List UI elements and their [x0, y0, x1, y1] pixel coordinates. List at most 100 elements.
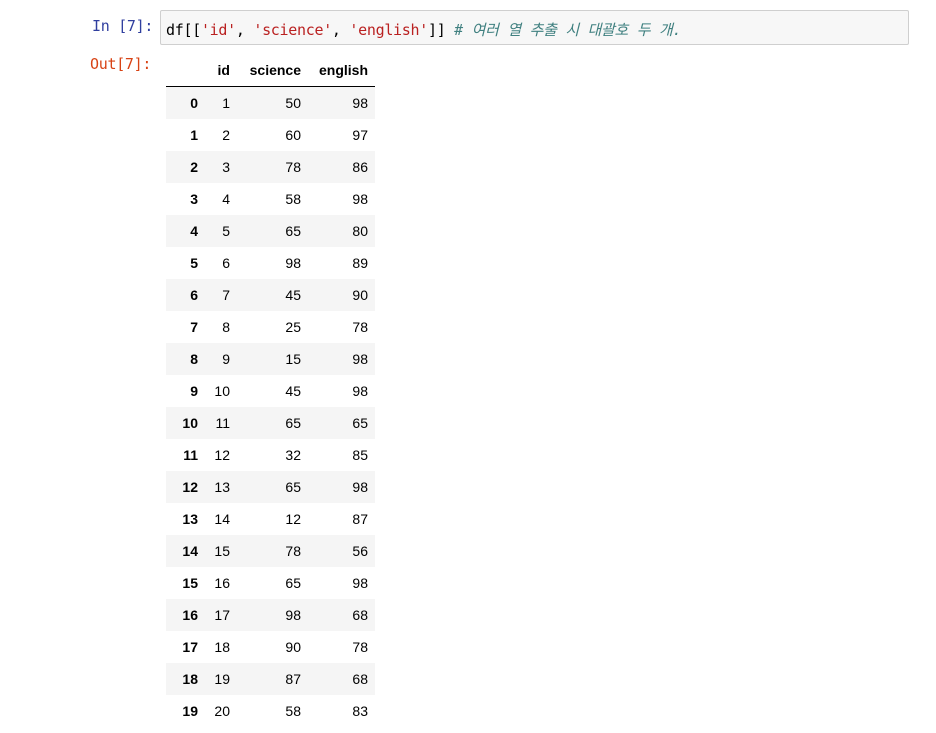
row-index: 13 [182, 511, 198, 527]
table-row: 3 4 58 98 [166, 183, 375, 215]
cell-id: 14 [214, 511, 230, 527]
cell-id: 5 [222, 223, 230, 239]
code-separator: , [331, 21, 350, 39]
table-row: 13 14 12 87 [166, 503, 375, 535]
row-index: 5 [190, 255, 198, 271]
cell-id: 11 [215, 415, 230, 431]
cell-science: 58 [285, 703, 301, 719]
table-row: 1 2 60 97 [166, 119, 375, 151]
cell-english: 68 [352, 671, 368, 687]
cell-science: 87 [285, 671, 301, 687]
table-row: 14 15 78 56 [166, 535, 375, 567]
cell-english: 98 [352, 383, 368, 399]
cell-science: 15 [285, 351, 301, 367]
cell-english: 89 [352, 255, 368, 271]
cell-science: 12 [285, 511, 301, 527]
cell-id: 2 [222, 127, 230, 143]
cell-english: 78 [352, 639, 368, 655]
table-body: 0 1 50 98 1 2 60 97 2 3 78 86 3 4 58 98 4 5 65 80 5 6 98 89 6 7 45… [166, 86, 375, 727]
cell-english: 98 [352, 95, 368, 111]
table-row: 0 1 50 98 [166, 86, 375, 119]
cell-id: 4 [222, 191, 230, 207]
cell-english: 83 [352, 703, 368, 719]
cell-science: 58 [285, 191, 301, 207]
code-string-id: 'id' [200, 21, 236, 39]
table-header-row: id science english [166, 54, 375, 87]
row-index: 19 [182, 703, 198, 719]
cell-science: 78 [285, 159, 301, 175]
cell-science: 32 [285, 447, 301, 463]
code-input-area[interactable]: df[['id', 'science', 'english']] # 여러 열 … [160, 10, 909, 45]
cell-english: 85 [352, 447, 368, 463]
table-row: 6 7 45 90 [166, 279, 375, 311]
output-prompt: Out[7]: [90, 55, 152, 73]
cell-science: 65 [285, 223, 301, 239]
code-line: df[['id', 'science', 'english']] # 여러 열 … [166, 19, 682, 40]
cell-science: 98 [285, 607, 301, 623]
input-prompt: In [7]: [92, 17, 154, 35]
cell-science: 60 [285, 127, 301, 143]
row-index: 11 [183, 447, 198, 463]
cell-science: 25 [285, 319, 301, 335]
cell-id: 6 [222, 255, 230, 271]
table-row: 18 19 87 68 [166, 663, 375, 695]
table-row: 4 5 65 80 [166, 215, 375, 247]
cell-english: 68 [352, 607, 368, 623]
row-index: 0 [190, 95, 198, 111]
cell-english: 98 [352, 575, 368, 591]
code-string-science: 'science' [253, 21, 332, 39]
cell-english: 80 [352, 223, 368, 239]
table-row: 7 8 25 78 [166, 311, 375, 343]
cell-english: 86 [352, 159, 368, 175]
table-row: 8 9 15 98 [166, 343, 375, 375]
cell-id: 19 [214, 671, 230, 687]
table-row: 17 18 90 78 [166, 631, 375, 663]
notebook-page: In [7]: df[['id', 'science', 'english']]… [0, 0, 936, 733]
cell-id: 10 [214, 383, 230, 399]
cell-english: 98 [352, 351, 368, 367]
cell-english: 56 [352, 543, 368, 559]
header-english: english [308, 54, 375, 87]
header-science: science [237, 54, 308, 87]
cell-id: 20 [214, 703, 230, 719]
code-string-english: 'english' [349, 21, 428, 39]
cell-id: 18 [214, 639, 230, 655]
row-index: 12 [182, 479, 198, 495]
row-index: 7 [190, 319, 198, 335]
cell-english: 97 [352, 127, 368, 143]
header-index [166, 54, 205, 87]
table-row: 9 10 45 98 [166, 375, 375, 407]
row-index: 1 [190, 127, 198, 143]
cell-id: 3 [222, 159, 230, 175]
table-row: 2 3 78 86 [166, 151, 375, 183]
table-row: 19 20 58 83 [166, 695, 375, 727]
table-row: 11 12 32 85 [166, 439, 375, 471]
cell-science: 98 [285, 255, 301, 271]
cell-science: 78 [285, 543, 301, 559]
row-index: 2 [190, 159, 198, 175]
cell-id: 15 [214, 543, 230, 559]
cell-science: 65 [285, 479, 301, 495]
cell-science: 65 [285, 415, 301, 431]
cell-id: 9 [222, 351, 230, 367]
table-row: 10 11 65 65 [166, 407, 375, 439]
cell-english: 78 [352, 319, 368, 335]
table-row: 15 16 65 98 [166, 567, 375, 599]
row-index: 14 [182, 543, 198, 559]
cell-id: 1 [222, 95, 230, 111]
row-index: 10 [182, 415, 198, 431]
row-index: 6 [190, 287, 198, 303]
cell-science: 50 [285, 95, 301, 111]
cell-id: 12 [214, 447, 230, 463]
row-index: 17 [182, 639, 198, 655]
cell-english: 98 [352, 191, 368, 207]
row-index: 9 [190, 383, 198, 399]
header-id: id [205, 54, 237, 87]
cell-id: 13 [214, 479, 230, 495]
cell-science: 45 [285, 383, 301, 399]
cell-science: 90 [285, 639, 301, 655]
cell-science: 45 [285, 287, 301, 303]
cell-id: 7 [222, 287, 230, 303]
table-row: 12 13 65 98 [166, 471, 375, 503]
cell-english: 98 [352, 479, 368, 495]
